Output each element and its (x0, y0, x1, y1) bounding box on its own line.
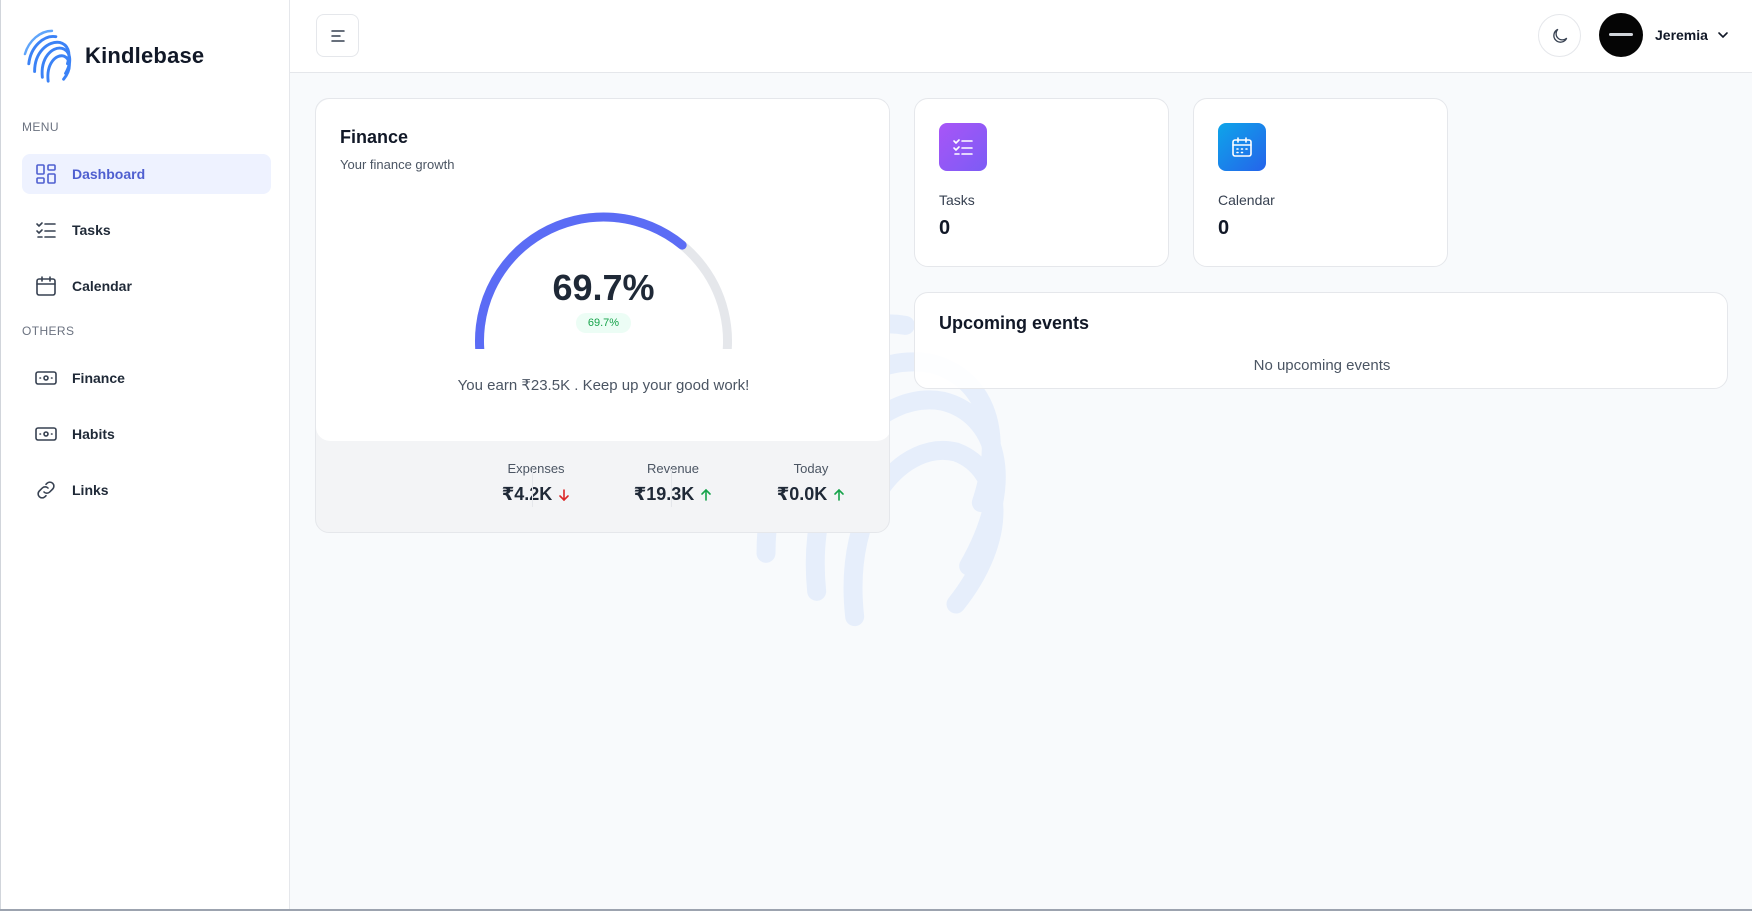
stat-value: ₹0.0K (741, 484, 881, 505)
tasks-card-label: Tasks (939, 192, 975, 208)
stat-divider (532, 469, 533, 507)
sidebar-item-habits[interactable]: Habits (22, 414, 271, 454)
sidebar-item-label: Dashboard (72, 166, 146, 182)
money-icon (34, 366, 58, 390)
arrow-down-icon (559, 488, 570, 501)
sidebar-item-links[interactable]: Links (22, 470, 271, 510)
upcoming-events-empty: No upcoming events (1253, 357, 1391, 374)
chevron-down-icon (1716, 28, 1730, 42)
brand[interactable]: Kindlebase (23, 26, 204, 86)
arrow-up-icon (701, 488, 712, 501)
stat-today: Today ₹0.0K (741, 461, 881, 505)
money-icon (34, 422, 58, 446)
stat-value-text: ₹0.0K (776, 484, 828, 504)
sidebar: Kindlebase MENU Dashboard Tasks Calendar… (0, 0, 290, 911)
sidebar-item-label: Tasks (72, 222, 111, 238)
stat-value-text: ₹19.3K (633, 484, 695, 504)
theme-toggle-button[interactable] (1538, 14, 1581, 57)
dashboard-icon (34, 162, 58, 186)
user-name: Jeremia (1655, 27, 1708, 43)
menu-toggle-button[interactable] (316, 14, 359, 57)
gauge-value: 69.7% (552, 267, 655, 308)
calendar-card-label: Calendar (1218, 192, 1275, 208)
stat-divider (671, 469, 672, 507)
tasks-card-count: 0 (939, 217, 951, 239)
sidebar-item-tasks[interactable]: Tasks (22, 210, 271, 250)
tasks-icon (939, 123, 987, 171)
stat-value-text: ₹4.2K (501, 484, 553, 504)
sidebar-item-finance[interactable]: Finance (22, 358, 271, 398)
calendar-icon (34, 274, 58, 298)
stat-label: Today (793, 461, 829, 476)
stat-value: ₹19.3K (603, 484, 743, 505)
sidebar-item-label: Calendar (72, 278, 132, 294)
finance-card: Finance Your finance growth 69.7% 69.7% … (315, 98, 890, 533)
upcoming-events-card: Upcoming events No upcoming events (914, 292, 1728, 389)
sidebar-item-label: Habits (72, 426, 115, 442)
sidebar-item-label: Finance (72, 370, 125, 386)
finance-title: Finance (340, 127, 409, 147)
link-icon (34, 478, 58, 502)
app-root: Kindlebase MENU Dashboard Tasks Calendar… (0, 0, 1752, 911)
moon-icon (1552, 28, 1567, 43)
growth-badge: 69.7% (576, 313, 631, 333)
calendar-card-count: 0 (1218, 217, 1230, 239)
menu-section-label: MENU (22, 120, 59, 134)
brand-name: Kindlebase (85, 43, 205, 68)
upcoming-events-title: Upcoming events (939, 313, 1090, 333)
calendar-card[interactable]: Calendar 0 (1193, 98, 1448, 267)
sidebar-item-calendar[interactable]: Calendar (22, 266, 271, 306)
avatar (1599, 13, 1643, 57)
kindlebase-logo-icon (23, 29, 72, 83)
stat-revenue: Revenue ₹19.3K (603, 461, 743, 505)
sidebar-item-dashboard[interactable]: Dashboard (22, 154, 271, 194)
earn-text: You earn ₹23.5K . Keep up your good work… (457, 377, 750, 394)
user-menu[interactable]: Jeremia (1599, 13, 1730, 57)
arrow-up-icon (834, 488, 845, 501)
tasks-icon (34, 218, 58, 242)
top-header: Jeremia (290, 0, 1752, 73)
finance-subtitle: Your finance growth (340, 157, 455, 172)
finance-stats: Expenses ₹4.2K Revenue ₹19.3K Today ₹0.0… (316, 461, 889, 521)
stat-expenses: Expenses ₹4.2K (466, 461, 606, 505)
stat-label: Revenue (646, 461, 700, 476)
stat-label: Expenses (507, 461, 565, 476)
finance-card-top: Finance Your finance growth 69.7% 69.7% … (316, 99, 889, 441)
tasks-card[interactable]: Tasks 0 (914, 98, 1169, 267)
sidebar-item-label: Links (72, 482, 109, 498)
others-section-label: OTHERS (22, 324, 75, 338)
menu-icon (330, 29, 345, 42)
calendar-icon (1218, 123, 1266, 171)
stat-value: ₹4.2K (466, 484, 606, 505)
